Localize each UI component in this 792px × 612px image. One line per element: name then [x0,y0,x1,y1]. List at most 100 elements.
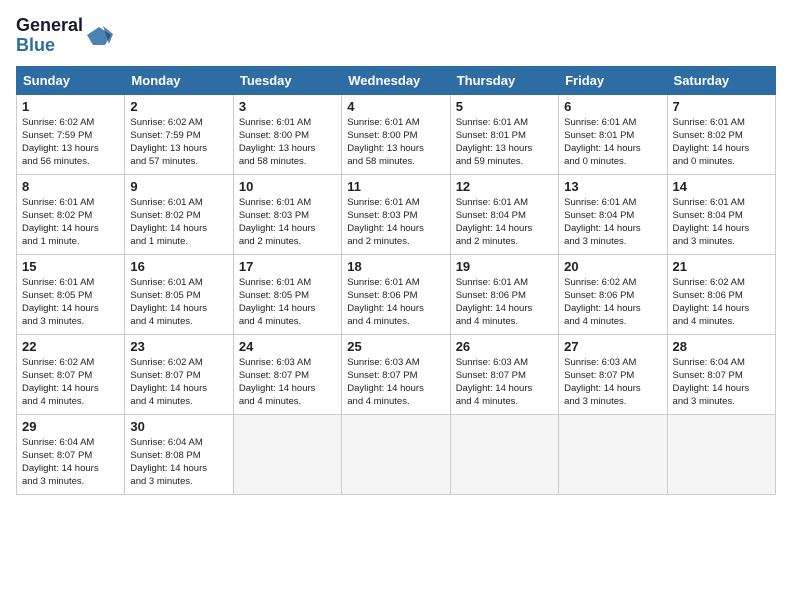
day-number: 12 [456,179,553,194]
calendar-week-row: 8 Sunrise: 6:01 AM Sunset: 8:02 PM Daylig… [17,174,776,254]
calendar-day-cell [233,414,341,494]
weekday-header: Wednesday [342,66,450,94]
calendar-day-cell [559,414,667,494]
day-number: 9 [130,179,227,194]
day-info: Sunrise: 6:01 AM Sunset: 8:03 PM Dayligh… [347,196,444,249]
calendar-day-cell: 24 Sunrise: 6:03 AM Sunset: 8:07 PM Dayli… [233,334,341,414]
weekday-header: Thursday [450,66,558,94]
calendar-day-cell: 1Sunrise: 6:02 AM Sunset: 7:59 PM Daylig… [17,94,125,174]
day-info: Sunrise: 6:01 AM Sunset: 8:01 PM Dayligh… [456,116,553,169]
day-number: 8 [22,179,119,194]
calendar-table: SundayMondayTuesdayWednesdayThursdayFrid… [16,66,776,495]
calendar-day-cell: 2 Sunrise: 6:02 AM Sunset: 7:59 PM Daylig… [125,94,233,174]
day-number: 17 [239,259,336,274]
day-number: 26 [456,339,553,354]
day-number: 25 [347,339,444,354]
calendar-day-cell: 20 Sunrise: 6:02 AM Sunset: 8:06 PM Dayli… [559,254,667,334]
calendar-day-cell: 5 Sunrise: 6:01 AM Sunset: 8:01 PM Daylig… [450,94,558,174]
day-info: Sunrise: 6:03 AM Sunset: 8:07 PM Dayligh… [347,356,444,409]
calendar-day-cell: 27Sunrise: 6:03 AM Sunset: 8:07 PM Dayli… [559,334,667,414]
calendar-week-row: 29Sunrise: 6:04 AM Sunset: 8:07 PM Dayli… [17,414,776,494]
weekday-header: Sunday [17,66,125,94]
weekday-header: Tuesday [233,66,341,94]
day-info: Sunrise: 6:04 AM Sunset: 8:07 PM Dayligh… [673,356,770,409]
day-info: Sunrise: 6:03 AM Sunset: 8:07 PM Dayligh… [456,356,553,409]
day-number: 18 [347,259,444,274]
day-info: Sunrise: 6:01 AM Sunset: 8:01 PM Dayligh… [564,116,661,169]
calendar-day-cell [667,414,775,494]
day-info: Sunrise: 6:01 AM Sunset: 8:05 PM Dayligh… [130,276,227,329]
calendar-week-row: 1Sunrise: 6:02 AM Sunset: 7:59 PM Daylig… [17,94,776,174]
day-info: Sunrise: 6:02 AM Sunset: 8:07 PM Dayligh… [22,356,119,409]
day-number: 5 [456,99,553,114]
day-info: Sunrise: 6:04 AM Sunset: 8:07 PM Dayligh… [22,436,119,489]
calendar-day-cell [342,414,450,494]
day-number: 19 [456,259,553,274]
calendar-day-cell: 16 Sunrise: 6:01 AM Sunset: 8:05 PM Dayli… [125,254,233,334]
day-info: Sunrise: 6:01 AM Sunset: 8:06 PM Dayligh… [347,276,444,329]
day-number: 30 [130,419,227,434]
calendar-day-cell: 3 Sunrise: 6:01 AM Sunset: 8:00 PM Daylig… [233,94,341,174]
calendar-header: SundayMondayTuesdayWednesdayThursdayFrid… [17,66,776,94]
day-number: 28 [673,339,770,354]
weekday-header: Saturday [667,66,775,94]
calendar-day-cell: 19 Sunrise: 6:01 AM Sunset: 8:06 PM Dayli… [450,254,558,334]
day-info: Sunrise: 6:01 AM Sunset: 8:06 PM Dayligh… [456,276,553,329]
calendar-day-cell: 17 Sunrise: 6:01 AM Sunset: 8:05 PM Dayli… [233,254,341,334]
day-info: Sunrise: 6:01 AM Sunset: 8:02 PM Dayligh… [673,116,770,169]
day-number: 14 [673,179,770,194]
day-number: 3 [239,99,336,114]
day-info: Sunrise: 6:01 AM Sunset: 8:00 PM Dayligh… [239,116,336,169]
day-number: 13 [564,179,661,194]
calendar-day-cell: 18 Sunrise: 6:01 AM Sunset: 8:06 PM Dayli… [342,254,450,334]
day-info: Sunrise: 6:01 AM Sunset: 8:00 PM Dayligh… [347,116,444,169]
day-number: 10 [239,179,336,194]
day-info: Sunrise: 6:01 AM Sunset: 8:03 PM Dayligh… [239,196,336,249]
logo: GeneralBlue [16,16,113,56]
calendar-week-row: 22 Sunrise: 6:02 AM Sunset: 8:07 PM Dayli… [17,334,776,414]
calendar-day-cell: 15Sunrise: 6:01 AM Sunset: 8:05 PM Dayli… [17,254,125,334]
weekday-header: Friday [559,66,667,94]
logo-text: GeneralBlue [16,16,83,56]
calendar-day-cell: 30 Sunrise: 6:04 AM Sunset: 8:08 PM Dayli… [125,414,233,494]
day-info: Sunrise: 6:02 AM Sunset: 8:07 PM Dayligh… [130,356,227,409]
day-info: Sunrise: 6:04 AM Sunset: 8:08 PM Dayligh… [130,436,227,489]
page-header: GeneralBlue [16,16,776,56]
day-info: Sunrise: 6:01 AM Sunset: 8:05 PM Dayligh… [239,276,336,329]
day-info: Sunrise: 6:01 AM Sunset: 8:02 PM Dayligh… [22,196,119,249]
day-number: 16 [130,259,227,274]
day-info: Sunrise: 6:01 AM Sunset: 8:04 PM Dayligh… [673,196,770,249]
calendar-day-cell: 6 Sunrise: 6:01 AM Sunset: 8:01 PM Daylig… [559,94,667,174]
day-info: Sunrise: 6:03 AM Sunset: 8:07 PM Dayligh… [239,356,336,409]
calendar-day-cell: 11 Sunrise: 6:01 AM Sunset: 8:03 PM Dayli… [342,174,450,254]
day-info: Sunrise: 6:03 AM Sunset: 8:07 PM Dayligh… [564,356,661,409]
day-number: 2 [130,99,227,114]
day-info: Sunrise: 6:02 AM Sunset: 7:59 PM Dayligh… [130,116,227,169]
day-number: 20 [564,259,661,274]
day-number: 24 [239,339,336,354]
calendar-day-cell: 7 Sunrise: 6:01 AM Sunset: 8:02 PM Daylig… [667,94,775,174]
day-number: 6 [564,99,661,114]
calendar-day-cell: 4 Sunrise: 6:01 AM Sunset: 8:00 PM Daylig… [342,94,450,174]
calendar-day-cell: 22 Sunrise: 6:02 AM Sunset: 8:07 PM Dayli… [17,334,125,414]
day-number: 23 [130,339,227,354]
calendar-day-cell: 10 Sunrise: 6:01 AM Sunset: 8:03 PM Dayli… [233,174,341,254]
calendar-day-cell: 8 Sunrise: 6:01 AM Sunset: 8:02 PM Daylig… [17,174,125,254]
day-number: 4 [347,99,444,114]
day-number: 11 [347,179,444,194]
calendar-day-cell: 25 Sunrise: 6:03 AM Sunset: 8:07 PM Dayli… [342,334,450,414]
calendar-day-cell: 28 Sunrise: 6:04 AM Sunset: 8:07 PM Dayli… [667,334,775,414]
logo-icon [85,25,113,47]
day-info: Sunrise: 6:01 AM Sunset: 8:02 PM Dayligh… [130,196,227,249]
day-info: Sunrise: 6:02 AM Sunset: 8:06 PM Dayligh… [564,276,661,329]
calendar-day-cell: 21Sunrise: 6:02 AM Sunset: 8:06 PM Dayli… [667,254,775,334]
calendar-day-cell: 23 Sunrise: 6:02 AM Sunset: 8:07 PM Dayli… [125,334,233,414]
calendar-day-cell: 26 Sunrise: 6:03 AM Sunset: 8:07 PM Dayli… [450,334,558,414]
day-number: 22 [22,339,119,354]
day-number: 7 [673,99,770,114]
calendar-day-cell: 12Sunrise: 6:01 AM Sunset: 8:04 PM Dayli… [450,174,558,254]
calendar-day-cell: 13Sunrise: 6:01 AM Sunset: 8:04 PM Dayli… [559,174,667,254]
weekday-header: Monday [125,66,233,94]
day-number: 21 [673,259,770,274]
calendar-week-row: 15Sunrise: 6:01 AM Sunset: 8:05 PM Dayli… [17,254,776,334]
